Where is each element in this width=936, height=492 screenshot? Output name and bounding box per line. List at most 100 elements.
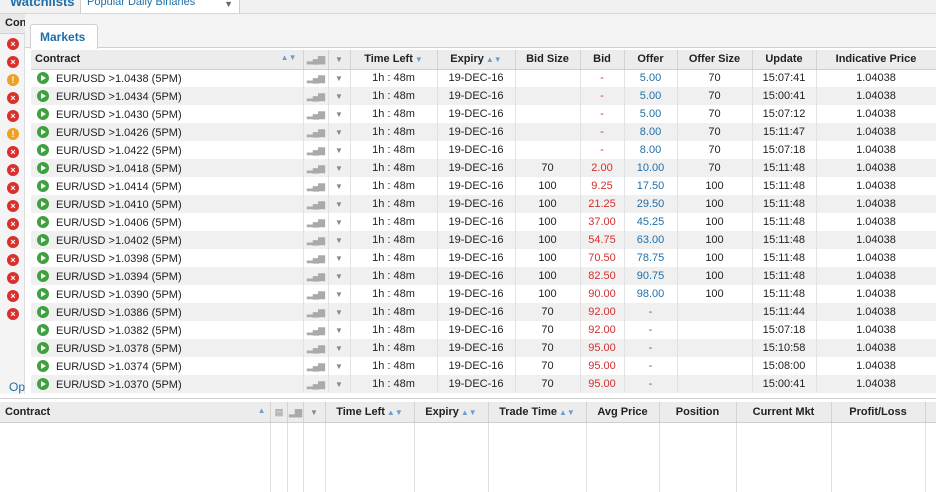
cell-chart[interactable]: ▂▄▆ xyxy=(303,69,329,87)
cell-menu[interactable]: ▼ xyxy=(328,159,351,177)
chevron-down-icon[interactable]: ▼ xyxy=(335,128,343,137)
play-icon[interactable] xyxy=(37,125,49,138)
warning-icon[interactable]: ! xyxy=(7,74,19,86)
tab-markets[interactable]: Markets xyxy=(30,24,98,49)
chevron-down-icon[interactable]: ▼ xyxy=(335,110,343,119)
cell-chart[interactable]: ▂▄▆ xyxy=(303,321,329,339)
cell-menu[interactable]: ▼ xyxy=(328,285,351,303)
pos-col-header-expiry[interactable]: Expiry ▲▼ xyxy=(414,402,489,423)
cell-bid[interactable]: 9.25 xyxy=(580,177,625,195)
pos-col-header-position[interactable]: Position xyxy=(659,402,737,423)
cell-bid[interactable]: 92.00 xyxy=(580,303,625,321)
cell-menu[interactable]: ▼ xyxy=(328,321,351,339)
cell-contract[interactable]: EUR/USD >1.0390 (5PM) xyxy=(31,285,304,303)
pos-col-header-current-mkt[interactable]: Current Mkt xyxy=(736,402,832,423)
cell-menu[interactable]: ▼ xyxy=(328,267,351,285)
table-row[interactable]: EUR/USD >1.0422 (5PM) ▂▄▆ ▼ 1h : 48m 19-DEC-… xyxy=(31,141,936,159)
cell-menu[interactable]: ▼ xyxy=(328,87,351,105)
bar-chart-icon[interactable]: ▂▄▆ xyxy=(307,253,325,263)
cell-bid[interactable]: 21.25 xyxy=(580,195,625,213)
pos-col-header-chart[interactable]: ▂▆ xyxy=(287,402,304,423)
play-icon[interactable] xyxy=(37,71,49,84)
cell-bid[interactable]: - xyxy=(580,123,625,141)
bar-chart-icon[interactable]: ▂▄▆ xyxy=(307,217,325,227)
cell-bid[interactable]: 92.00 xyxy=(580,321,625,339)
cell-bid[interactable]: 2.00 xyxy=(580,159,625,177)
play-icon[interactable] xyxy=(37,359,49,372)
chevron-down-icon[interactable]: ▼ xyxy=(335,290,343,299)
cell-chart[interactable]: ▂▄▆ xyxy=(303,87,329,105)
col-header-indicative-price[interactable]: Indicative Price xyxy=(816,50,936,70)
cell-contract[interactable]: EUR/USD >1.0398 (5PM) xyxy=(31,249,304,267)
chevron-down-icon[interactable]: ▼ xyxy=(335,254,343,263)
bar-chart-icon[interactable]: ▂▄▆ xyxy=(307,199,325,209)
cell-contract[interactable]: EUR/USD >1.0378 (5PM) xyxy=(31,339,304,357)
play-icon[interactable] xyxy=(37,107,49,120)
col-header-menu[interactable]: ▼ xyxy=(328,50,351,70)
cell-menu[interactable]: ▼ xyxy=(328,213,351,231)
chevron-down-icon[interactable]: ▼ xyxy=(335,326,343,335)
play-icon[interactable] xyxy=(37,143,49,156)
warning-icon[interactable]: ! xyxy=(7,128,19,140)
cell-offer[interactable]: 78.75 xyxy=(624,249,678,267)
cell-contract[interactable]: EUR/USD >1.0414 (5PM) xyxy=(31,177,304,195)
cell-menu[interactable]: ▼ xyxy=(328,339,351,357)
cell-contract[interactable]: EUR/USD >1.0374 (5PM) xyxy=(31,357,304,375)
cell-offer[interactable]: - xyxy=(624,375,678,393)
bar-chart-icon[interactable]: ▂▄▆ xyxy=(307,235,325,245)
chevron-down-icon[interactable]: ▼ xyxy=(335,146,343,155)
cell-contract[interactable]: EUR/USD >1.0426 (5PM) xyxy=(31,123,304,141)
table-row[interactable]: EUR/USD >1.0398 (5PM) ▂▄▆ ▼ 1h : 48m 19-DEC-… xyxy=(31,249,936,267)
error-icon[interactable]: × xyxy=(7,236,19,248)
cell-menu[interactable]: ▼ xyxy=(328,177,351,195)
cell-chart[interactable]: ▂▄▆ xyxy=(303,123,329,141)
cell-chart[interactable]: ▂▄▆ xyxy=(303,141,329,159)
table-row[interactable]: EUR/USD >1.0370 (5PM) ▂▄▆ ▼ 1h : 48m 19-DEC-… xyxy=(31,375,936,393)
cell-contract[interactable]: EUR/USD >1.0422 (5PM) xyxy=(31,141,304,159)
cell-offer[interactable]: 8.00 xyxy=(624,123,678,141)
cell-chart[interactable]: ▂▄▆ xyxy=(303,303,329,321)
play-icon[interactable] xyxy=(37,197,49,210)
table-row[interactable]: EUR/USD >1.0418 (5PM) ▂▄▆ ▼ 1h : 48m 19-DEC-… xyxy=(31,159,936,177)
cell-offer[interactable]: 45.25 xyxy=(624,213,678,231)
bar-chart-icon[interactable]: ▂▄▆ xyxy=(307,379,325,389)
table-row[interactable]: EUR/USD >1.0434 (5PM) ▂▄▆ ▼ 1h : 48m 19-DEC-… xyxy=(31,87,936,105)
cell-menu[interactable]: ▼ xyxy=(328,123,351,141)
cell-offer[interactable]: 8.00 xyxy=(624,141,678,159)
pos-col-header-avg-price[interactable]: Avg Price xyxy=(586,402,660,423)
cell-offer[interactable]: - xyxy=(624,303,678,321)
play-icon[interactable] xyxy=(37,161,49,174)
cell-chart[interactable]: ▂▄▆ xyxy=(303,267,329,285)
play-icon[interactable] xyxy=(37,233,49,246)
cell-bid[interactable]: 82.50 xyxy=(580,267,625,285)
cell-contract[interactable]: EUR/USD >1.0418 (5PM) xyxy=(31,159,304,177)
cell-menu[interactable]: ▼ xyxy=(328,141,351,159)
play-icon[interactable] xyxy=(37,269,49,282)
table-row[interactable]: EUR/USD >1.0402 (5PM) ▂▄▆ ▼ 1h : 48m 19-DEC-… xyxy=(31,231,936,249)
error-icon[interactable]: × xyxy=(7,272,19,284)
cell-bid[interactable]: 37.00 xyxy=(580,213,625,231)
play-icon[interactable] xyxy=(37,89,49,102)
cell-menu[interactable]: ▼ xyxy=(328,357,351,375)
cell-chart[interactable]: ▂▄▆ xyxy=(303,231,329,249)
play-icon[interactable] xyxy=(37,179,49,192)
cell-chart[interactable]: ▂▄▆ xyxy=(303,339,329,357)
table-row[interactable]: EUR/USD >1.0406 (5PM) ▂▄▆ ▼ 1h : 48m 19-DEC-… xyxy=(31,213,936,231)
play-icon[interactable] xyxy=(37,341,49,354)
cell-menu[interactable]: ▼ xyxy=(328,69,351,87)
play-icon[interactable] xyxy=(37,305,49,318)
pos-col-header-contract[interactable]: Contract ▲ xyxy=(0,402,271,423)
cell-contract[interactable]: EUR/USD >1.0410 (5PM) xyxy=(31,195,304,213)
cell-offer[interactable]: 90.75 xyxy=(624,267,678,285)
col-header-contract[interactable]: Contract ▲▼ xyxy=(31,50,304,70)
play-icon[interactable] xyxy=(37,377,49,390)
cell-offer[interactable]: 17.50 xyxy=(624,177,678,195)
cell-offer[interactable]: 5.00 xyxy=(624,105,678,123)
cell-chart[interactable]: ▂▄▆ xyxy=(303,375,329,393)
cell-contract[interactable]: EUR/USD >1.0370 (5PM) xyxy=(31,375,304,393)
cell-offer[interactable]: 29.50 xyxy=(624,195,678,213)
table-row[interactable]: EUR/USD >1.0414 (5PM) ▂▄▆ ▼ 1h : 48m 19-DEC-… xyxy=(31,177,936,195)
error-icon[interactable]: × xyxy=(7,200,19,212)
bar-chart-icon[interactable]: ▂▄▆ xyxy=(307,343,325,353)
cell-menu[interactable]: ▼ xyxy=(328,375,351,393)
